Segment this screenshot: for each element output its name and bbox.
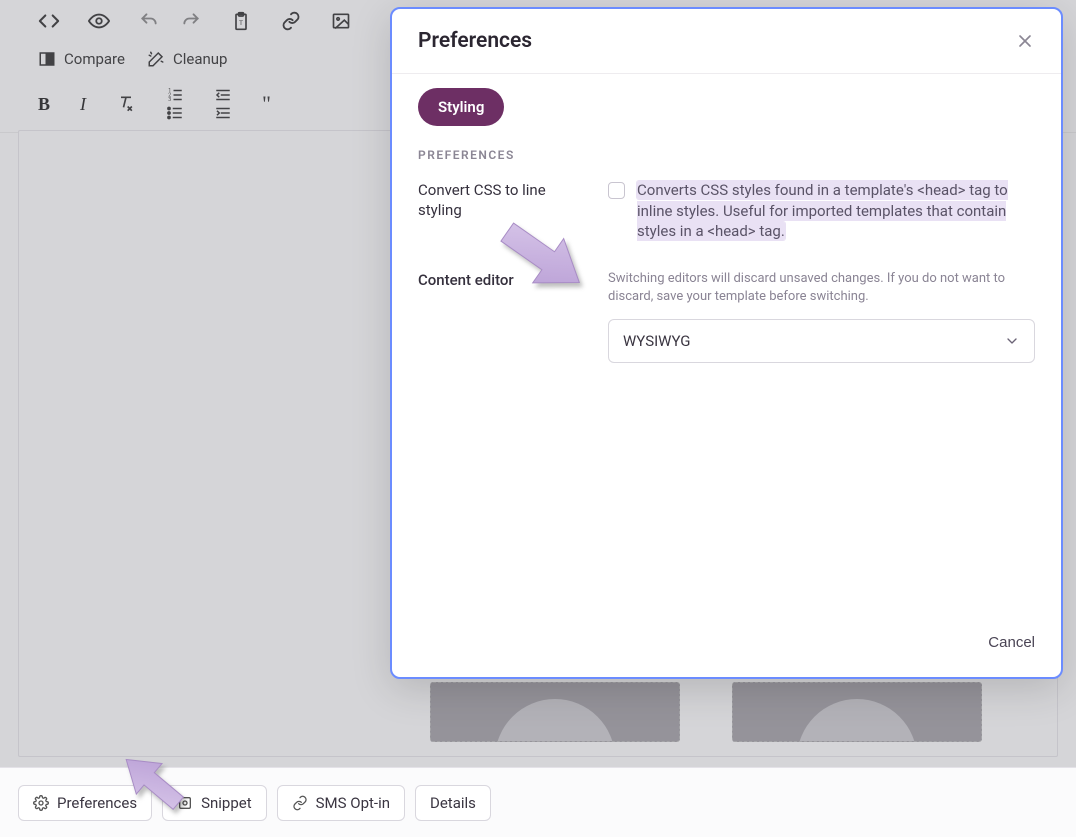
outdent-icon[interactable] (214, 86, 232, 104)
code-icon[interactable] (38, 10, 60, 32)
cleanup-button[interactable]: Cleanup (147, 50, 228, 68)
snippet-label: Snippet (201, 794, 252, 812)
cancel-button[interactable]: Cancel (988, 634, 1035, 651)
pref-convert-css-control: Converts CSS styles found in a template'… (608, 180, 1035, 242)
convert-css-checkbox[interactable] (608, 182, 625, 199)
gear-icon (33, 795, 49, 811)
modal-header: Preferences (392, 9, 1061, 73)
redo-icon[interactable] (180, 10, 202, 32)
annotation-arrow-icon (108, 742, 198, 822)
indent-group (214, 86, 232, 122)
details-button[interactable]: Details (415, 785, 491, 821)
undo-icon[interactable] (138, 10, 160, 32)
template-thumbnail[interactable] (732, 682, 982, 742)
list-group: 123 (166, 86, 184, 122)
bold-icon[interactable]: B (38, 94, 50, 115)
link-icon (292, 795, 308, 811)
tab-styling[interactable]: Styling (418, 88, 504, 126)
convert-css-help-text: Converts CSS styles found in a template'… (637, 181, 1008, 240)
unordered-list-icon[interactable] (166, 104, 184, 122)
content-editor-value: WYSIWYG (623, 332, 691, 350)
sms-opt-in-button[interactable]: SMS Opt-in (277, 785, 405, 821)
preferences-modal: Preferences Styling PREFERENCES Convert … (390, 7, 1063, 679)
quote-icon[interactable]: " (262, 97, 271, 110)
undo-redo-group (138, 10, 202, 32)
eye-icon[interactable] (88, 10, 110, 32)
compare-icon (38, 50, 56, 68)
italic-icon[interactable]: I (80, 94, 86, 115)
convert-css-help: Converts CSS styles found in a template'… (637, 180, 1035, 242)
cleanup-label: Cleanup (173, 50, 228, 68)
details-label: Details (430, 794, 476, 812)
template-thumbnail[interactable] (430, 682, 680, 742)
section-label: PREFERENCES (418, 148, 1035, 162)
clipboard-icon[interactable]: T (230, 10, 252, 32)
modal-footer: Cancel (392, 614, 1061, 677)
chevron-down-icon (1004, 333, 1020, 349)
ordered-list-icon[interactable]: 123 (166, 86, 184, 104)
image-icon[interactable] (330, 10, 352, 32)
link-icon[interactable] (280, 10, 302, 32)
content-editor-note: Switching editors will discard unsaved c… (608, 270, 1035, 305)
thumbnail-strip (430, 682, 1016, 744)
svg-text:3: 3 (168, 97, 171, 103)
indent-icon[interactable] (214, 104, 232, 122)
wand-icon (147, 50, 165, 68)
svg-text:T: T (239, 19, 243, 27)
modal-title: Preferences (418, 29, 532, 53)
close-icon[interactable] (1015, 31, 1035, 51)
clear-formatting-icon[interactable] (116, 94, 136, 114)
compare-button[interactable]: Compare (38, 50, 125, 68)
sms-opt-in-label: SMS Opt-in (316, 794, 390, 812)
annotation-arrow-icon (480, 200, 600, 310)
content-editor-select[interactable]: WYSIWYG (608, 319, 1035, 363)
modal-body: Styling PREFERENCES Convert CSS to line … (392, 74, 1061, 614)
compare-label: Compare (64, 50, 125, 68)
